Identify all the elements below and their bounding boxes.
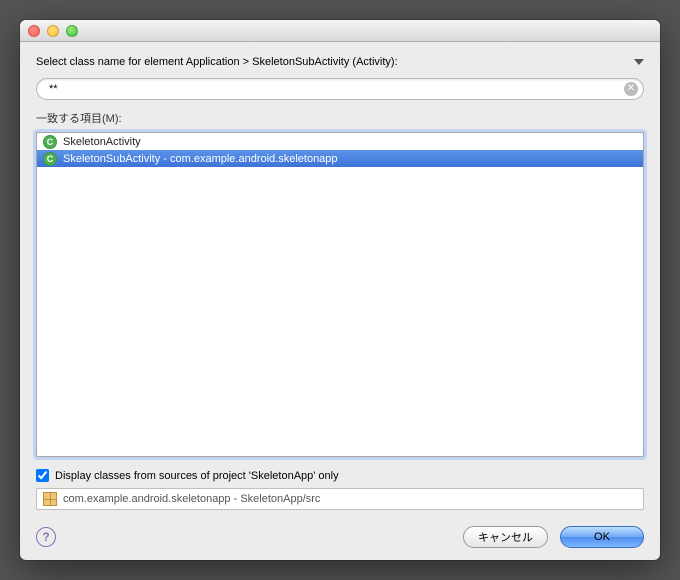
package-icon (43, 492, 57, 506)
close-icon[interactable] (28, 25, 40, 37)
list-item[interactable]: C SkeletonActivity (37, 133, 643, 150)
class-icon: C (43, 135, 57, 149)
zoom-icon[interactable] (66, 25, 78, 37)
footer: ? キャンセル OK (36, 526, 644, 548)
filter-checkbox[interactable] (36, 469, 49, 482)
status-text: com.example.android.skeletonapp - Skelet… (63, 493, 320, 505)
clear-icon[interactable]: ✕ (624, 82, 638, 96)
list-item[interactable]: C SkeletonSubActivity - com.example.andr… (37, 150, 643, 167)
prompt-label: Select class name for element Applicatio… (36, 56, 398, 68)
filter-checkbox-label: Display classes from sources of project … (55, 470, 339, 482)
help-icon[interactable]: ? (36, 527, 56, 547)
list-item-label: SkeletonActivity (63, 136, 141, 148)
search-input[interactable] (36, 78, 644, 100)
list-item-label: SkeletonSubActivity - com.example.androi… (63, 153, 338, 165)
minimize-icon[interactable] (47, 25, 59, 37)
titlebar (20, 20, 660, 42)
button-row: キャンセル OK (463, 526, 644, 548)
chevron-down-icon[interactable] (634, 59, 644, 65)
search-field-wrap: ✕ (36, 78, 644, 100)
ok-button[interactable]: OK (560, 526, 644, 548)
header-row: Select class name for element Applicatio… (36, 56, 644, 68)
dialog-content: Select class name for element Applicatio… (20, 42, 660, 560)
class-icon: C (43, 152, 57, 166)
dialog-window: Select class name for element Applicatio… (20, 20, 660, 560)
cancel-button[interactable]: キャンセル (463, 526, 548, 548)
filter-checkbox-row[interactable]: Display classes from sources of project … (36, 469, 644, 482)
matching-items-label: 一致する項目(M): (36, 110, 644, 126)
results-list[interactable]: C SkeletonActivity C SkeletonSubActivity… (36, 132, 644, 457)
status-box: com.example.android.skeletonapp - Skelet… (36, 488, 644, 510)
